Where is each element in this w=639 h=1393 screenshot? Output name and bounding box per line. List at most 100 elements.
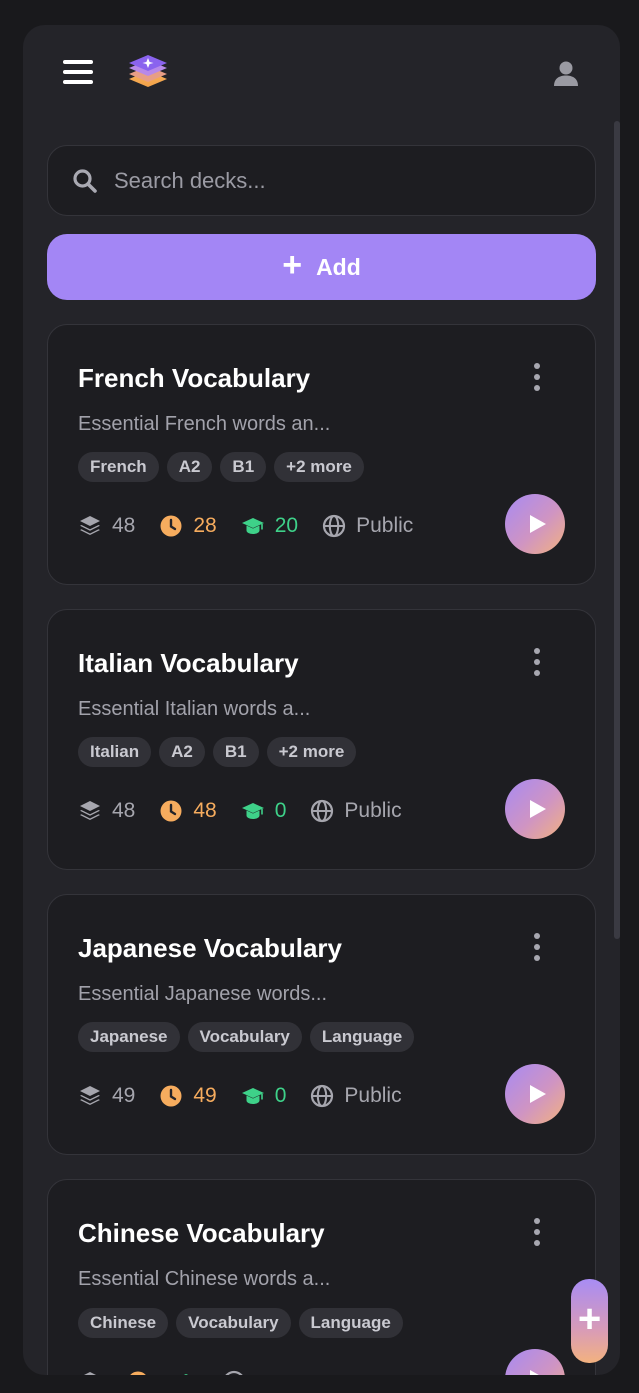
deck-stats: 48 28 20 Public (78, 511, 437, 541)
layers-icon (84, 1372, 96, 1375)
search-bar[interactable] (47, 145, 596, 216)
deck-title: French Vocabulary (78, 363, 311, 393)
due-count-value: 28 (193, 514, 217, 537)
graduation-cap-icon (241, 803, 264, 819)
deck-description: Essential Italian words a... (78, 698, 311, 720)
tag[interactable]: Italian (78, 737, 152, 767)
graduation-cap-icon (241, 1088, 264, 1104)
clock-icon (160, 800, 182, 822)
visibility-label: Public (344, 799, 402, 822)
tag[interactable]: Vocabulary (187, 1022, 302, 1052)
deck-title: Chinese Vocabulary (78, 1218, 325, 1248)
top-bar (23, 25, 620, 125)
play-button[interactable] (505, 779, 565, 839)
tag[interactable]: B1 (220, 452, 267, 482)
hamburger-menu-icon[interactable] (63, 59, 93, 85)
due-count: 48 (159, 799, 217, 823)
deck-title: Italian Vocabulary (78, 648, 299, 678)
play-icon (530, 1370, 539, 1375)
more-options-icon[interactable] (528, 933, 546, 961)
graduation-cap-icon (183, 1374, 189, 1375)
deck-title: Japanese Vocabulary (78, 933, 342, 963)
tag[interactable]: Japanese (78, 1022, 180, 1052)
tag[interactable]: French (78, 452, 159, 482)
deck-stats (78, 1367, 270, 1375)
layers-icon (80, 1086, 100, 1105)
tag[interactable]: Language (309, 1022, 415, 1052)
tag[interactable]: Language (298, 1308, 403, 1338)
add-button-label: Add (316, 253, 361, 280)
deck-stats: 49 49 0 Public (78, 1081, 426, 1111)
visibility: Public (322, 514, 413, 538)
clock-icon (160, 1085, 182, 1107)
more-tags[interactable]: +2 more (266, 737, 357, 767)
tag[interactable]: A2 (159, 737, 205, 767)
due-count: 49 (159, 1084, 217, 1108)
card-count: 48 (78, 799, 135, 823)
tag[interactable]: B1 (212, 737, 259, 767)
deck-card-japanese[interactable]: Japanese Vocabulary Essential Japanese w… (47, 894, 596, 1155)
deck-card-french[interactable]: French Vocabulary Essential French words… (47, 324, 596, 585)
card-count (78, 1370, 102, 1375)
play-button[interactable] (505, 494, 565, 554)
play-button[interactable] (505, 1064, 565, 1124)
more-options-icon[interactable] (528, 1218, 546, 1246)
more-tags[interactable]: +2 more (274, 452, 364, 482)
learned-count (174, 1370, 198, 1375)
tag[interactable]: Vocabulary (176, 1308, 291, 1338)
deck-tags: French A2 B1 +2 more (78, 452, 364, 482)
due-count: 28 (159, 514, 217, 538)
due-count-value: 48 (193, 799, 217, 822)
deck-card-chinese[interactable]: Chinese Vocabulary Essential Chinese wor… (47, 1179, 596, 1375)
card-count: 49 (78, 1084, 135, 1108)
visibility-label: Public (344, 1084, 402, 1107)
layers-icon (80, 516, 100, 535)
layers-icon (80, 801, 100, 820)
deck-tags: Chinese Vocabulary Language (78, 1308, 403, 1338)
clock-icon (160, 515, 182, 537)
app-window: + Add French Vocabulary Essential French… (23, 25, 620, 1375)
user-profile-icon[interactable] (551, 59, 581, 89)
more-options-icon[interactable] (528, 363, 546, 391)
card-count: 48 (78, 514, 135, 538)
globe-icon (311, 1084, 334, 1108)
deck-description: Essential French words an... (78, 413, 331, 435)
learned-count: 20 (241, 514, 298, 538)
card-count-value: 48 (112, 514, 136, 537)
app-logo-icon[interactable] (127, 53, 169, 93)
globe-icon (225, 1370, 243, 1375)
deck-card-italian[interactable]: Italian Vocabulary Essential Italian wor… (47, 609, 596, 870)
deck-tags: Italian A2 B1 +2 more (78, 737, 357, 767)
search-icon (73, 168, 97, 193)
due-count (126, 1370, 150, 1375)
card-count-value: 49 (112, 1084, 136, 1107)
play-icon (530, 800, 546, 818)
learned-count-value: 20 (274, 514, 299, 537)
globe-icon (311, 799, 334, 823)
add-deck-button[interactable]: + Add (47, 234, 596, 300)
tag[interactable]: A2 (166, 452, 213, 482)
scrollbar[interactable] (614, 121, 620, 939)
plus-icon: + (282, 246, 303, 284)
floating-add-button[interactable]: + (571, 1279, 608, 1363)
tag[interactable]: Chinese (78, 1308, 169, 1338)
learned-count-value: 0 (274, 799, 287, 822)
plus-icon: + (577, 1297, 602, 1341)
deck-description: Essential Chinese words a... (78, 1268, 331, 1290)
deck-tags: Japanese Vocabulary Language (78, 1022, 415, 1052)
learned-count: 0 (241, 1084, 286, 1108)
graduation-cap-icon (241, 518, 264, 534)
clock-icon (130, 1371, 146, 1375)
visibility: Public (310, 1084, 402, 1108)
deck-description: Essential Japanese words... (78, 983, 328, 1005)
visibility-label: Public (356, 514, 414, 537)
play-icon (530, 1085, 546, 1103)
due-count-value: 49 (193, 1084, 217, 1107)
play-button[interactable] (505, 1349, 565, 1375)
search-input[interactable] (114, 167, 554, 194)
more-options-icon[interactable] (528, 648, 546, 676)
deck-stats: 48 48 0 Public (78, 796, 426, 826)
visibility (222, 1370, 246, 1375)
card-count-value: 48 (112, 799, 136, 822)
learned-count: 0 (241, 799, 287, 823)
